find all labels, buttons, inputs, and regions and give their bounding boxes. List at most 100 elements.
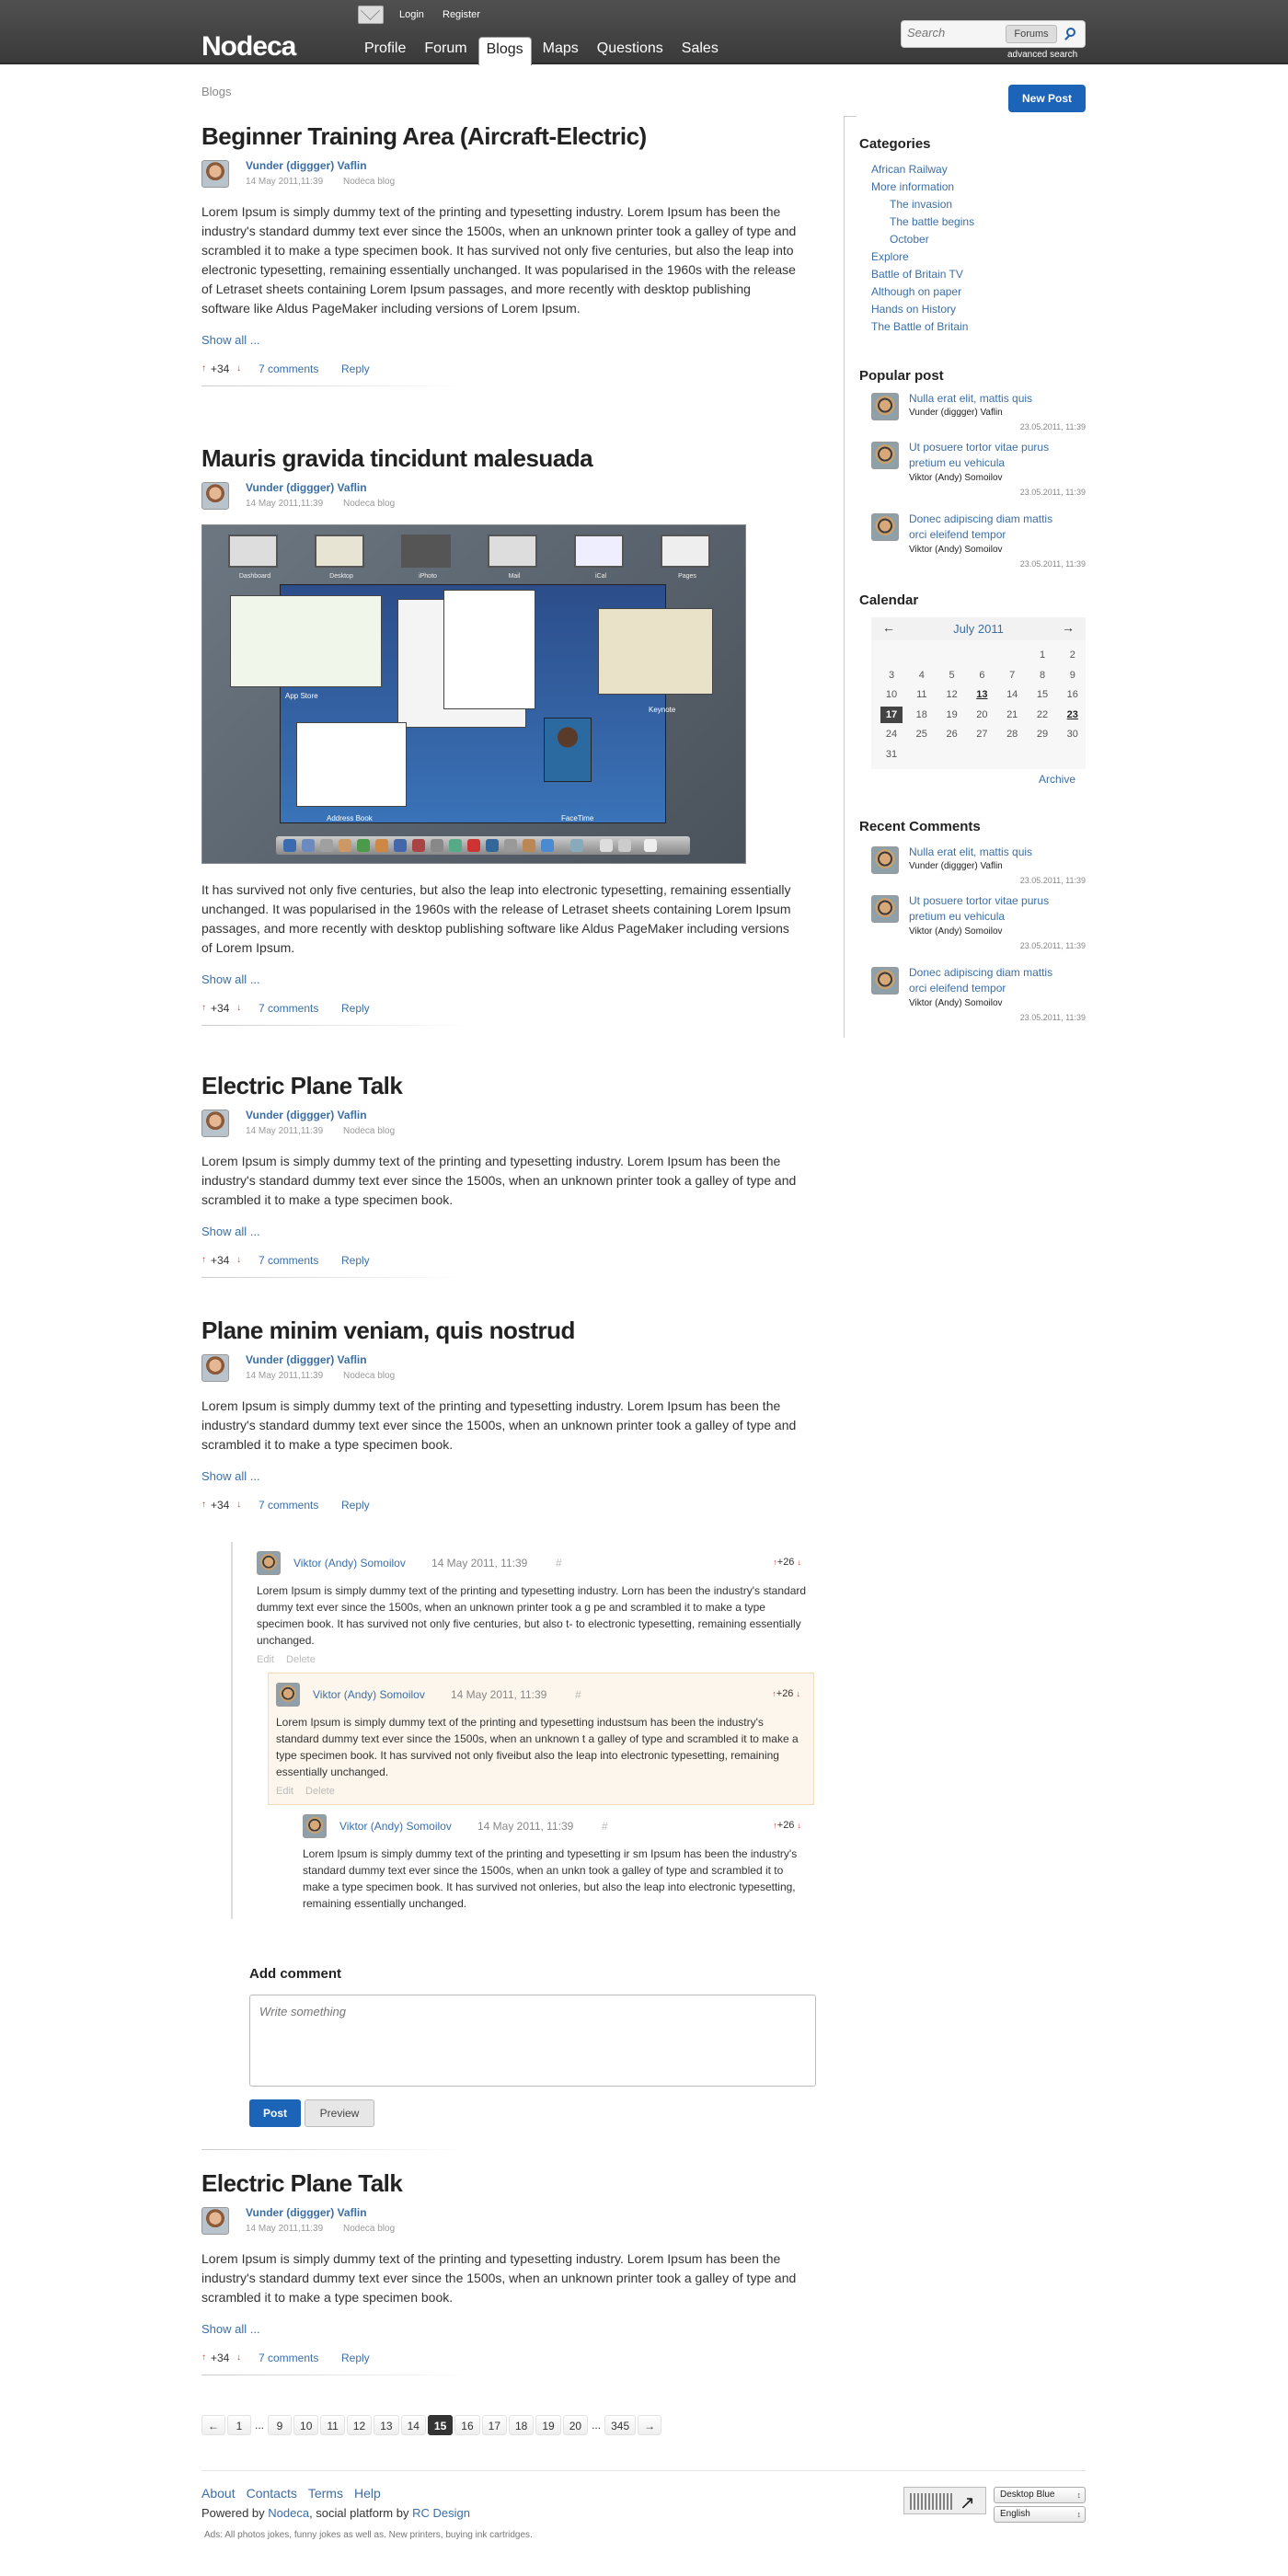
delete-link[interactable]: Delete: [305, 1786, 335, 1797]
search-icon[interactable]: [1063, 26, 1079, 42]
comment-permalink[interactable]: #: [575, 1688, 581, 1701]
page-link[interactable]: 11: [320, 2415, 345, 2435]
item-title-link[interactable]: Nulla erat elit, mattis quis: [909, 391, 1065, 407]
calendar-day[interactable]: 8: [1031, 667, 1053, 684]
item-title-link[interactable]: Ut posuere tortor vitae purus pretium eu…: [909, 440, 1065, 471]
avatar[interactable]: [871, 967, 899, 995]
vote-up-icon[interactable]: ↑: [201, 1255, 206, 1265]
page-link[interactable]: 9: [268, 2415, 293, 2435]
breadcrumb[interactable]: Blogs: [201, 85, 232, 98]
vote-down-icon[interactable]: ↓: [798, 1558, 802, 1567]
site-logo[interactable]: Nodeca: [201, 31, 296, 63]
page-link[interactable]: 15: [427, 2415, 454, 2435]
page-link[interactable]: 19: [535, 2415, 561, 2435]
post-blog[interactable]: Nodeca blog: [343, 177, 395, 187]
avatar[interactable]: [276, 1683, 300, 1707]
advanced-search-link[interactable]: advanced search: [1007, 50, 1077, 60]
calendar-day[interactable]: 25: [911, 726, 933, 742]
calendar-next-arrow[interactable]: →: [1062, 620, 1075, 635]
calendar-day[interactable]: 22: [1031, 707, 1053, 723]
show-all-link[interactable]: Show all ...: [201, 1225, 799, 1238]
item-title-link[interactable]: Donec adipiscing diam mattis orci eleife…: [909, 512, 1065, 543]
comment-author[interactable]: Viktor (Andy) Somoilov: [293, 1557, 406, 1570]
avatar[interactable]: [871, 895, 899, 923]
avatar[interactable]: [201, 160, 229, 188]
post-title[interactable]: Beginner Training Area (Aircraft-Electri…: [201, 122, 799, 151]
calendar-day[interactable]: 31: [880, 746, 903, 763]
post-title[interactable]: Electric Plane Talk: [201, 2169, 799, 2198]
nav-profile[interactable]: Profile: [357, 37, 413, 65]
calendar-day[interactable]: 12: [941, 686, 963, 703]
footer-about-link[interactable]: About: [201, 2486, 236, 2501]
category-link[interactable]: The battle begins: [890, 215, 974, 228]
category-link[interactable]: The invasion: [890, 198, 952, 211]
calendar-day[interactable]: 21: [1001, 707, 1023, 723]
avatar[interactable]: [201, 482, 229, 510]
reply-link[interactable]: Reply: [341, 1002, 370, 1015]
category-link[interactable]: Battle of Britain TV: [871, 268, 963, 281]
vote-down-icon[interactable]: ↓: [236, 363, 241, 374]
calendar-day[interactable]: 26: [941, 726, 963, 742]
page-link[interactable]: 16: [454, 2415, 480, 2435]
page-link[interactable]: 12: [346, 2415, 373, 2435]
vote-down-icon[interactable]: ↓: [236, 1255, 241, 1265]
show-all-link[interactable]: Show all ...: [201, 2322, 799, 2336]
reply-link[interactable]: Reply: [341, 1499, 370, 1512]
reply-link[interactable]: Reply: [341, 1254, 370, 1267]
post-title[interactable]: Mauris gravida tincidunt malesuada: [201, 444, 799, 473]
avatar[interactable]: [201, 1354, 229, 1382]
calendar-day[interactable]: 7: [1001, 667, 1023, 684]
calendar-day[interactable]: 27: [971, 726, 993, 742]
page-link[interactable]: 13: [374, 2415, 399, 2435]
search-input[interactable]: [907, 26, 999, 40]
comments-link[interactable]: 7 comments: [259, 1254, 318, 1267]
avatar[interactable]: [201, 1110, 229, 1137]
post-blog[interactable]: Nodeca blog: [343, 1126, 395, 1136]
avatar[interactable]: [871, 846, 899, 874]
calendar-day[interactable]: 29: [1031, 726, 1053, 742]
edit-link[interactable]: Edit: [257, 1654, 274, 1665]
calendar-day[interactable]: 19: [941, 707, 963, 723]
category-link[interactable]: More information: [871, 180, 954, 193]
vote-down-icon[interactable]: ↓: [798, 1821, 802, 1830]
nav-maps[interactable]: Maps: [535, 37, 586, 65]
calendar-day[interactable]: 23: [1062, 707, 1084, 723]
archive-link[interactable]: Archive: [1039, 773, 1075, 786]
counter-badge[interactable]: ↗: [903, 2487, 986, 2514]
page-link[interactable]: 14: [400, 2415, 426, 2435]
calendar-day[interactable]: 10: [880, 686, 903, 703]
post-author[interactable]: Vunder (diggger) Vaflin: [246, 2206, 367, 2219]
page-link[interactable]: 18: [509, 2415, 535, 2435]
vote-down-icon[interactable]: ↓: [236, 2352, 241, 2363]
show-all-link[interactable]: Show all ...: [201, 972, 799, 986]
post-title[interactable]: Electric Plane Talk: [201, 1072, 799, 1100]
rc-design-link[interactable]: RC Design: [412, 2506, 470, 2520]
comments-link[interactable]: 7 comments: [259, 1499, 318, 1512]
calendar-day[interactable]: 14: [1001, 686, 1023, 703]
calendar-day[interactable]: 18: [911, 707, 933, 723]
post-image[interactable]: Dashboard Desktop iPhoto Mail iCal Pages…: [201, 524, 746, 864]
footer-contacts-link[interactable]: Contacts: [247, 2486, 297, 2501]
category-link[interactable]: African Railway: [871, 163, 948, 176]
comment-author[interactable]: Viktor (Andy) Somoilov: [339, 1820, 452, 1833]
show-all-link[interactable]: Show all ...: [201, 333, 799, 347]
vote-up-icon[interactable]: ↑: [201, 1003, 206, 1013]
comment-permalink[interactable]: #: [556, 1557, 562, 1570]
post-blog[interactable]: Nodeca blog: [343, 2224, 395, 2234]
comments-link[interactable]: 7 comments: [259, 1002, 318, 1015]
new-post-button[interactable]: New Post: [1008, 85, 1086, 112]
calendar-day[interactable]: 5: [941, 667, 963, 684]
vote-down-icon[interactable]: ↓: [236, 1003, 241, 1013]
post-blog[interactable]: Nodeca blog: [343, 499, 395, 509]
show-all-link[interactable]: Show all ...: [201, 1469, 799, 1483]
footer-terms-link[interactable]: Terms: [308, 2486, 343, 2501]
page-link[interactable]: 1: [227, 2415, 251, 2435]
vote-up-icon[interactable]: ↑: [201, 2352, 206, 2363]
calendar-day[interactable]: 20: [971, 707, 993, 723]
post-comment-button[interactable]: Post: [249, 2099, 301, 2127]
avatar[interactable]: [871, 442, 899, 469]
calendar-day[interactable]: 28: [1001, 726, 1023, 742]
calendar-month[interactable]: July 2011: [871, 622, 1086, 636]
search-scope-select[interactable]: Forums: [1006, 25, 1057, 43]
calendar-day[interactable]: 9: [1062, 667, 1084, 684]
